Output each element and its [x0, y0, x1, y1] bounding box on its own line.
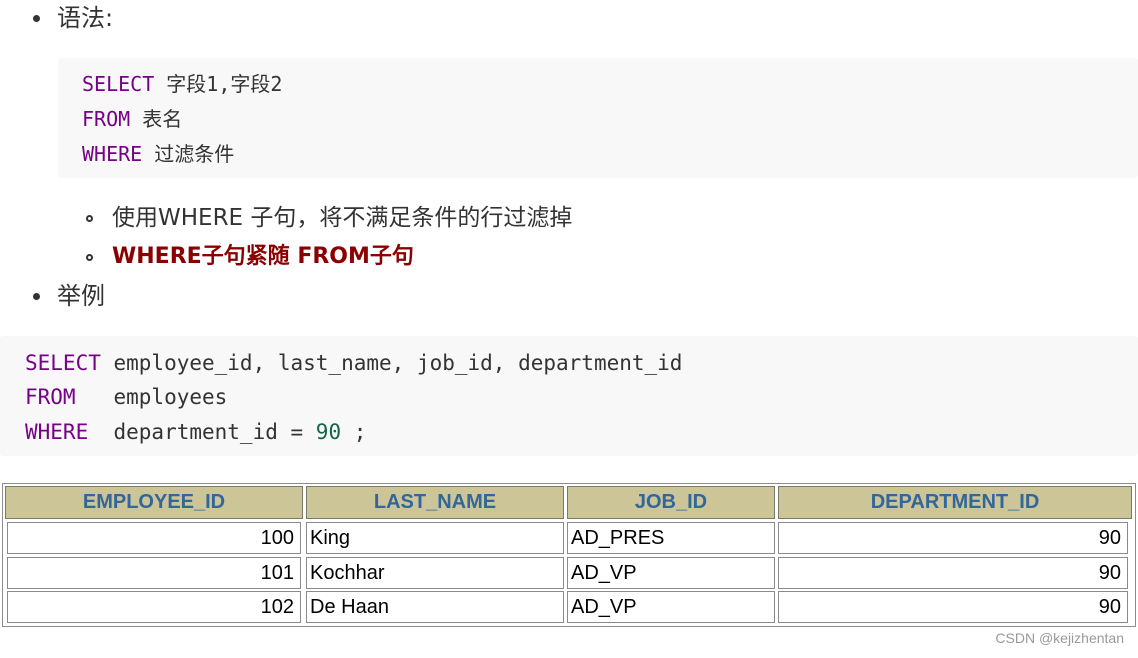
table-cell: AD_VP — [567, 591, 775, 623]
code-keyword: WHERE — [25, 420, 89, 444]
bullet-circle — [86, 253, 93, 261]
table-cell: 102 — [7, 591, 301, 623]
code-text: 过滤条件 — [142, 142, 235, 166]
code-text: employee_id, last_name, job_id, departme… — [100, 351, 683, 375]
bullet-disc — [33, 14, 40, 22]
table-cell: AD_VP — [567, 557, 775, 589]
code-line: SELECT 字段1,字段2 — [82, 67, 282, 101]
bullet-example: 举例 — [33, 280, 105, 312]
table-cell: King — [306, 522, 564, 554]
code-text: 表名 — [130, 107, 183, 131]
example-code-block: SELECT employee_id, last_name, job_id, d… — [0, 336, 1138, 456]
table-cell: De Haan — [306, 591, 564, 623]
column-header-last-name: LAST_NAME — [306, 486, 564, 519]
code-text: ; — [341, 420, 367, 444]
code-number: 90 — [315, 420, 342, 444]
table-cell: 90 — [778, 557, 1128, 589]
code-line: WHERE 过滤条件 — [82, 137, 234, 171]
example-label: 举例 — [57, 282, 105, 310]
column-header-job-id: JOB_ID — [567, 486, 775, 519]
code-keyword: FROM — [82, 107, 131, 131]
code-keyword: FROM — [25, 385, 76, 409]
result-table: EMPLOYEE_ID LAST_NAME JOB_ID DEPARTMENT_… — [2, 483, 1136, 627]
syntax-code-block: SELECT 字段1,字段2 FROM 表名 WHERE 过滤条件 — [58, 58, 1138, 178]
bullet-disc — [33, 292, 40, 300]
watermark: CSDN @kejizhentan — [995, 630, 1124, 646]
code-keyword: SELECT — [82, 72, 155, 96]
sub-bullet-text: 使用WHERE 子句，将不满足条件的行过滤掉 — [112, 205, 573, 231]
code-keyword: WHERE — [82, 142, 143, 166]
column-header-department-id: DEPARTMENT_ID — [778, 486, 1132, 519]
code-text: department_id = — [88, 420, 316, 444]
code-line: SELECT employee_id, last_name, job_id, d… — [25, 346, 682, 380]
code-line: FROM 表名 — [82, 102, 182, 136]
code-line: WHERE department_id = 90 ; — [25, 415, 366, 449]
table-cell: 100 — [7, 522, 301, 554]
table-cell: AD_PRES — [567, 522, 775, 554]
table-cell: Kochhar — [306, 557, 564, 589]
bullet-syntax: 语法: — [33, 2, 113, 34]
column-header-employee-id: EMPLOYEE_ID — [5, 486, 303, 519]
sub-bullet-filter: 使用WHERE 子句，将不满足条件的行过滤掉 — [86, 202, 572, 234]
table-cell: 90 — [778, 522, 1128, 554]
sub-bullet-emphasis-text: WHERE子句紧随 FROM子句 — [112, 244, 414, 269]
code-line: FROM employees — [25, 380, 227, 414]
table-cell: 101 — [7, 557, 301, 589]
code-keyword: SELECT — [25, 351, 101, 375]
sub-bullet-order: WHERE子句紧随 FROM子句 — [86, 241, 414, 273]
bullet-circle — [86, 214, 93, 222]
syntax-label: 语法: — [57, 4, 114, 32]
table-cell: 90 — [778, 591, 1128, 623]
code-text: 字段1,字段2 — [154, 72, 283, 96]
code-text: employees — [75, 385, 228, 409]
